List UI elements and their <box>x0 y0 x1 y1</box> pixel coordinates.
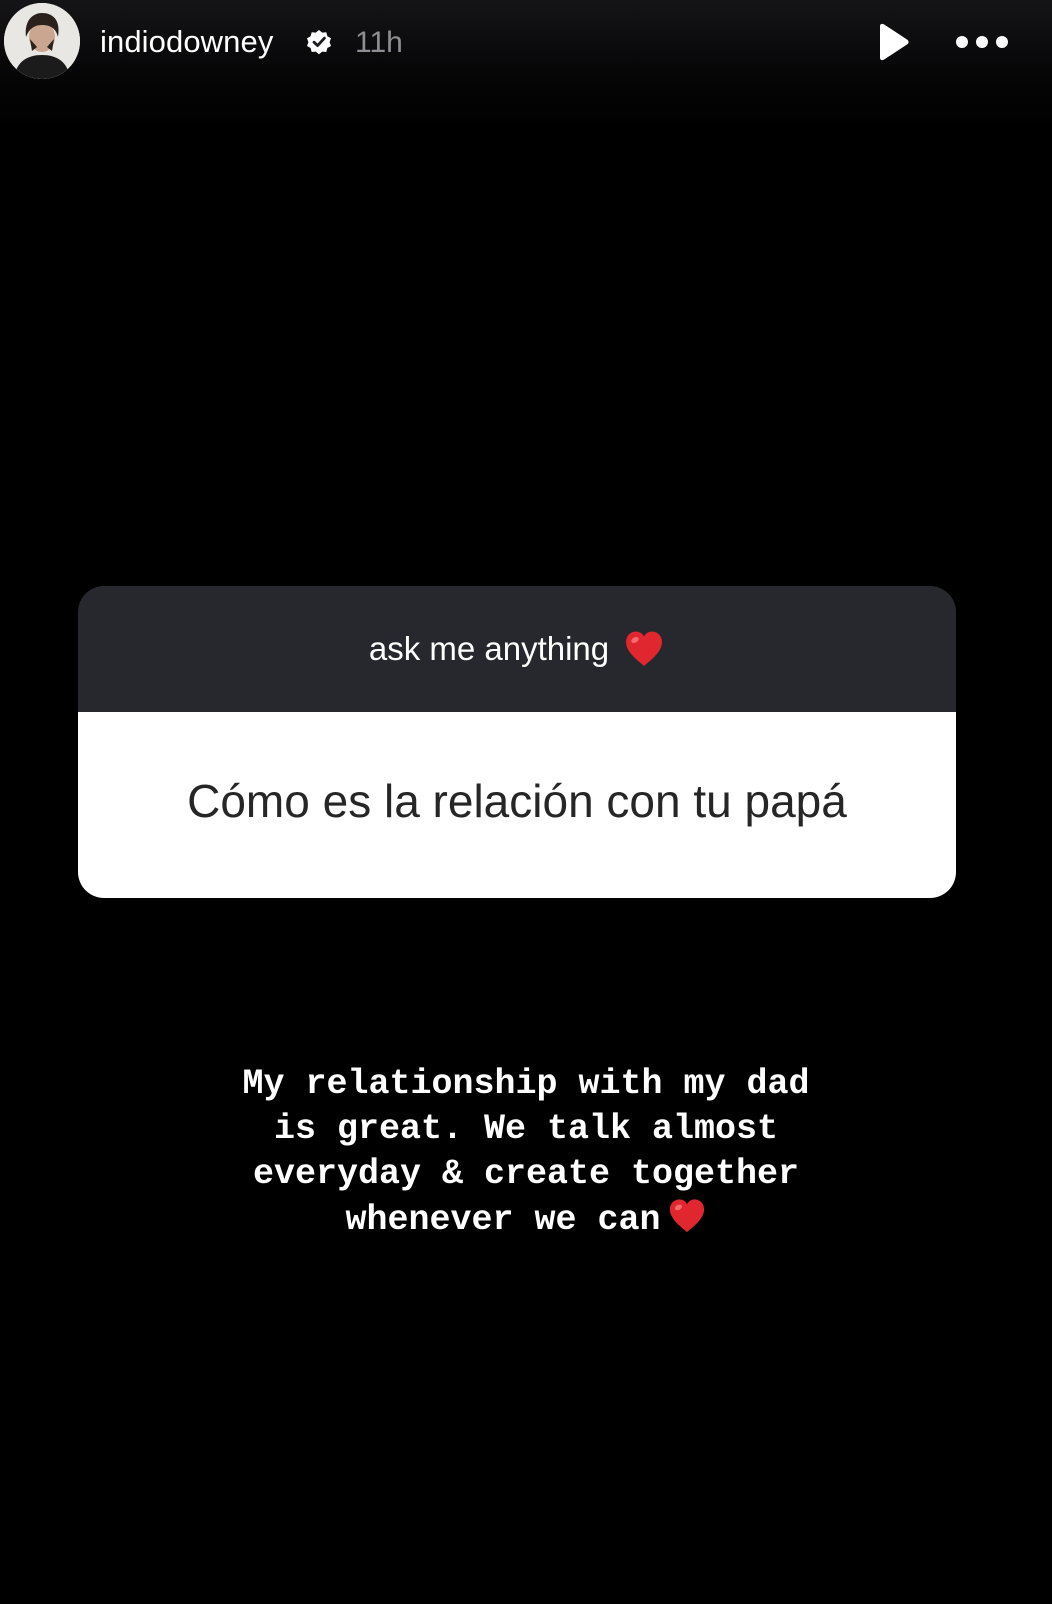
question-text: Cómo es la relación con tu papá <box>187 775 847 827</box>
more-options-icon <box>956 36 1008 48</box>
question-sticker-body: Cómo es la relación con tu papá <box>78 712 956 898</box>
question-prompt: ask me anything <box>368 630 610 667</box>
post-timestamp: 11h <box>355 26 403 59</box>
answer-text: My relationship with my dad is great. We… <box>150 1062 902 1243</box>
avatar-image <box>4 3 80 79</box>
answer-line: My relationship with my dad <box>242 1064 810 1104</box>
profile-avatar[interactable] <box>4 3 80 79</box>
play-button[interactable] <box>872 22 912 62</box>
question-sticker: ask me anything Cómo es la relación con … <box>78 586 956 898</box>
verified-badge-icon <box>307 30 331 55</box>
more-options-button[interactable] <box>954 26 1010 58</box>
question-sticker-header: ask me anything <box>78 586 956 712</box>
answer-line-text: whenever we can <box>345 1200 661 1240</box>
answer-line: everyday & create together <box>252 1154 800 1194</box>
play-icon <box>880 23 909 61</box>
answer-line: is great. We talk almost <box>273 1109 779 1149</box>
story-header: indiodowney 11h <box>0 0 1052 130</box>
answer-last-line: whenever we can <box>150 1197 902 1243</box>
username[interactable]: indiodowney <box>100 24 273 60</box>
red-heart-icon <box>626 631 663 666</box>
red-heart-icon <box>669 1199 704 1233</box>
